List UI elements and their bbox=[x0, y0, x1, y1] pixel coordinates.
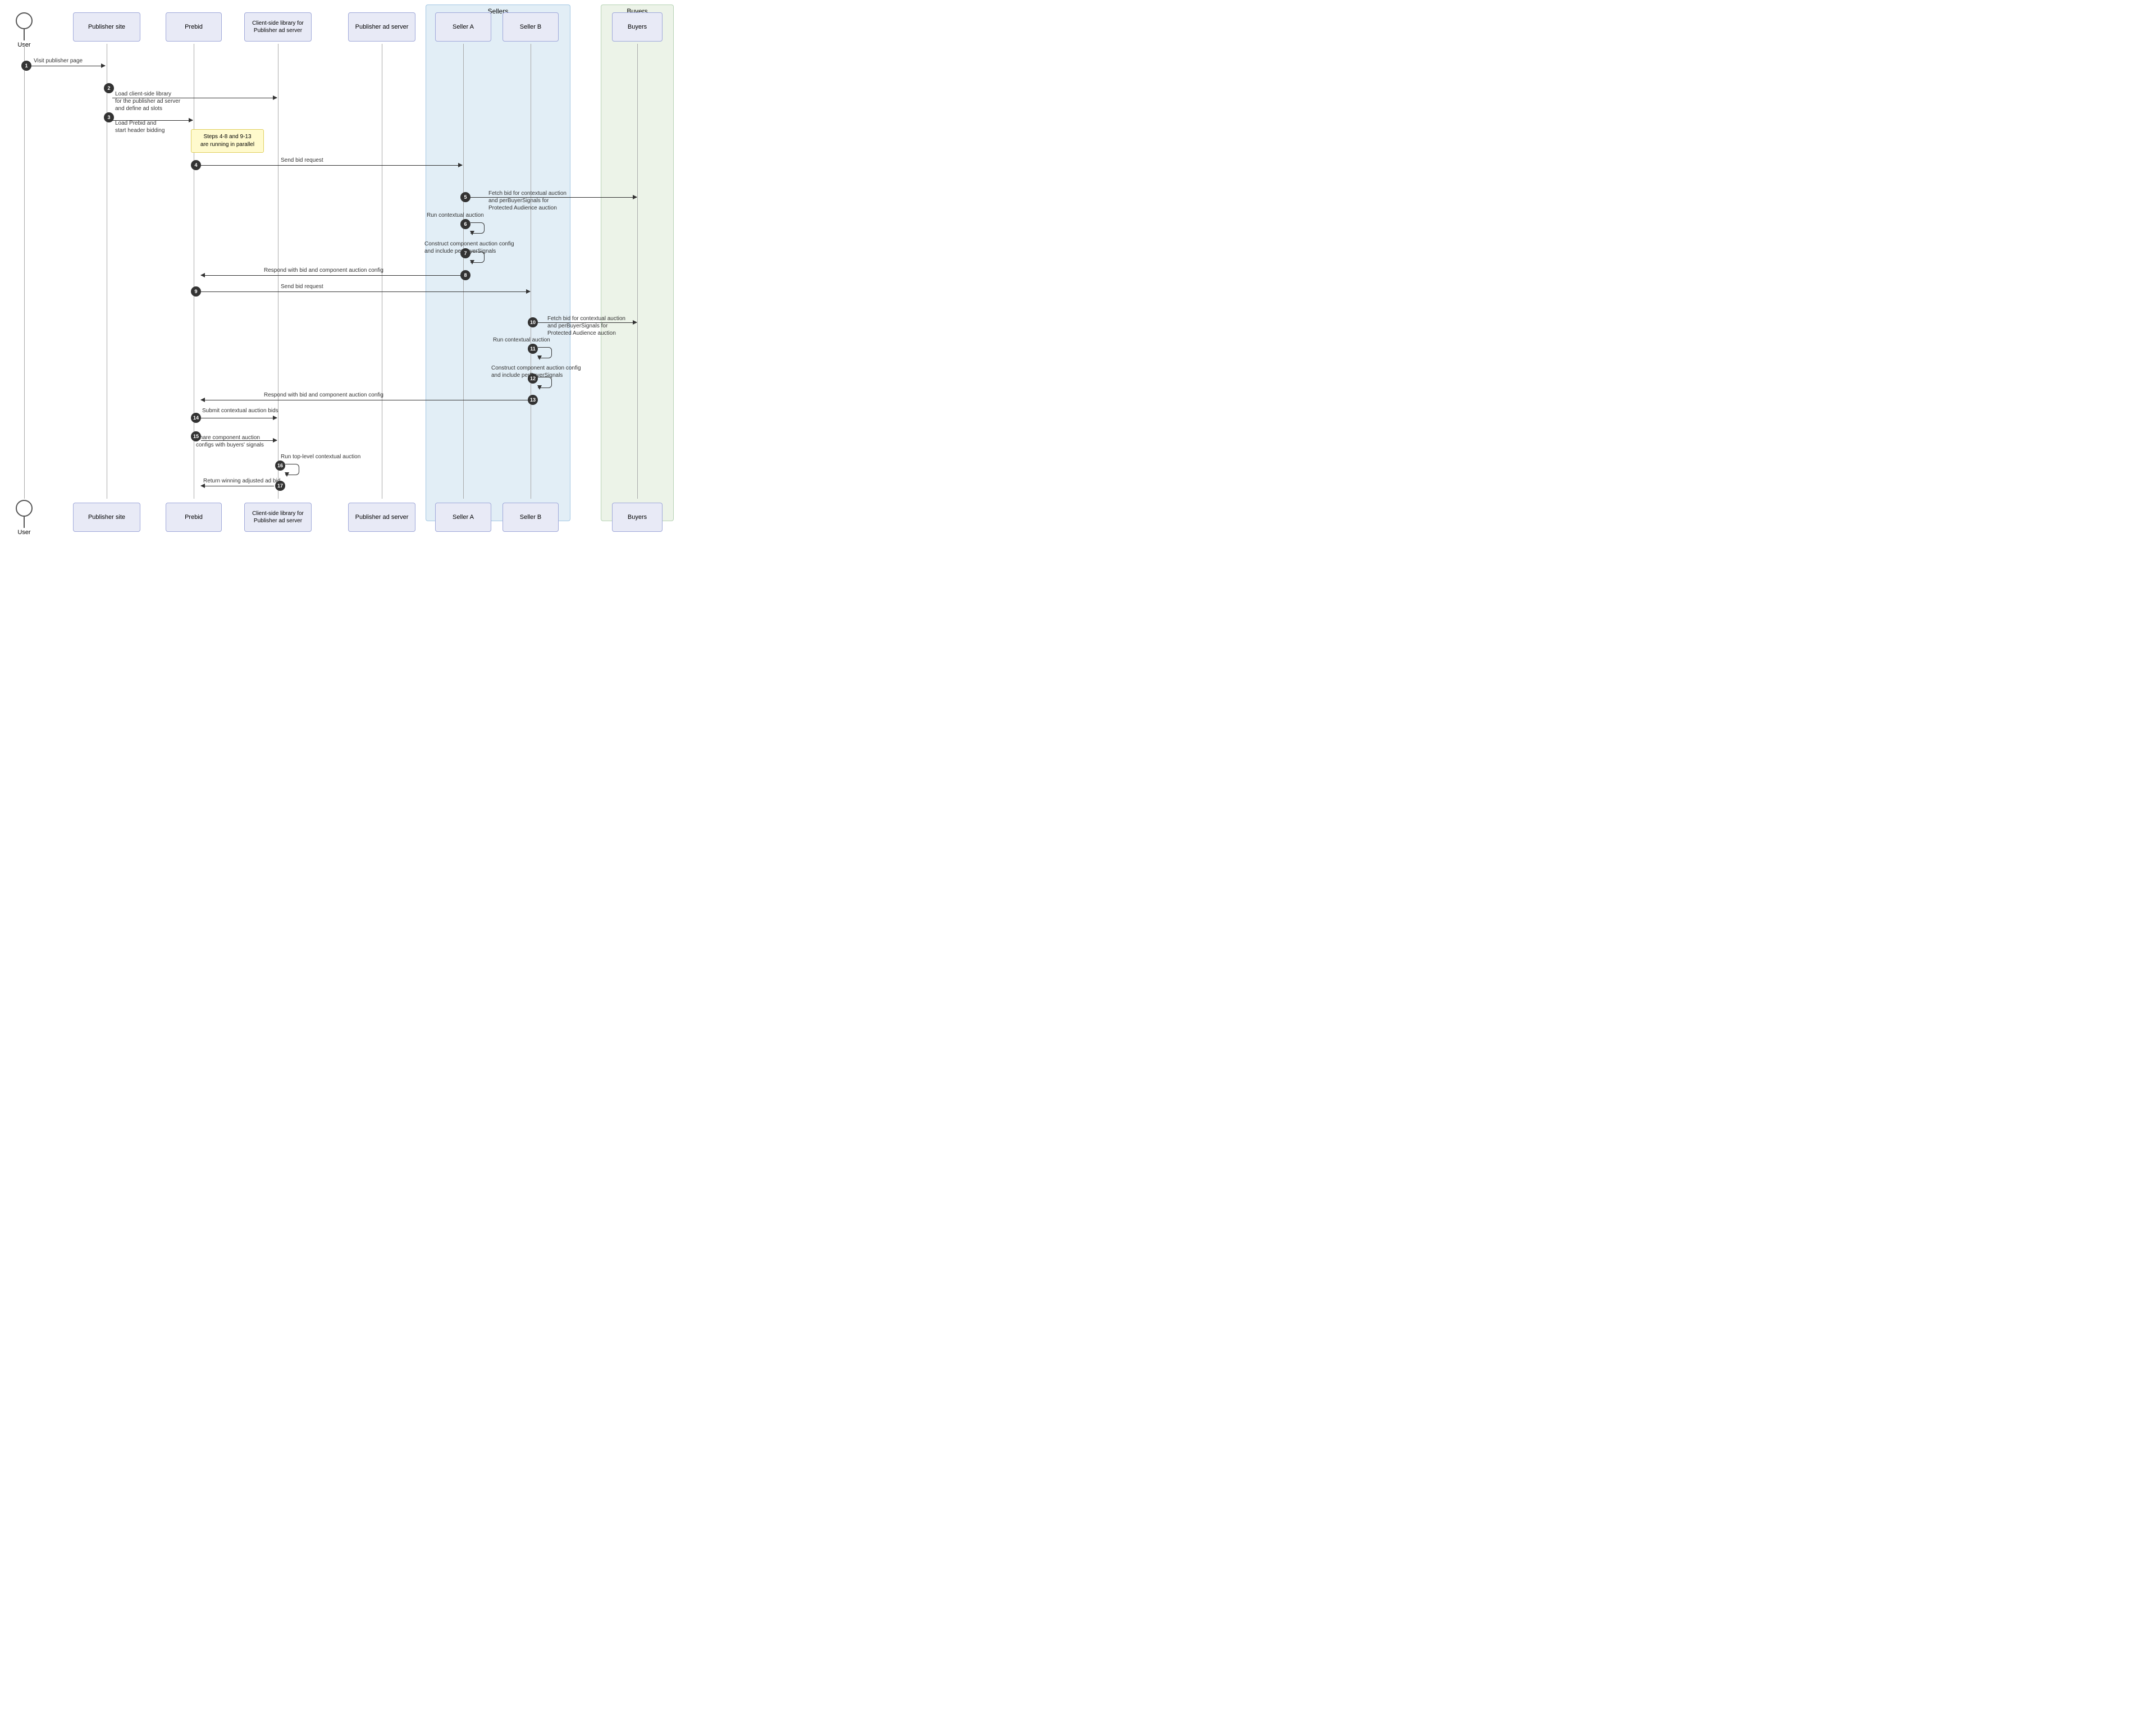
user-icon-bottom bbox=[16, 500, 33, 517]
user-figure-bottom: User bbox=[16, 500, 33, 536]
user-body-bottom bbox=[24, 517, 25, 528]
step-8-label: Respond with bid and component auction c… bbox=[264, 267, 383, 274]
step-16-label: Run top-level contextual auction bbox=[281, 454, 360, 460]
step-4-circle: 4 bbox=[191, 160, 201, 170]
step-4-label: Send bid request bbox=[281, 157, 323, 163]
parallel-note: Steps 4-8 and 9-13 are running in parall… bbox=[191, 129, 264, 153]
step-11-circle: 11 bbox=[528, 344, 538, 354]
step-6-circle: 6 bbox=[460, 219, 471, 229]
user-label-bottom: User bbox=[16, 529, 33, 536]
step-3-label: Load Prebid and start header bidding bbox=[115, 112, 165, 134]
step-9-circle: 9 bbox=[191, 286, 201, 297]
publisher-ad-server-box-bottom: Publisher ad server bbox=[348, 503, 415, 532]
step-14-circle: 14 bbox=[191, 413, 201, 423]
step-1-label: Visit publisher page bbox=[34, 58, 83, 64]
step-16-circle: 16 bbox=[275, 461, 285, 471]
user-body-top bbox=[24, 29, 25, 40]
sellers-group-bg: Sellers bbox=[426, 4, 570, 521]
buyers-box-top: Buyers bbox=[612, 12, 663, 42]
seller-b-box-top: Seller B bbox=[503, 12, 559, 42]
step-7-circle: 7 bbox=[460, 248, 471, 258]
step-3-circle: 3 bbox=[104, 112, 114, 122]
user-lifeline bbox=[24, 44, 25, 499]
step-6-self-loop bbox=[471, 222, 485, 234]
prebid-box-bottom: Prebid bbox=[166, 503, 222, 532]
buyers-lifeline bbox=[637, 44, 638, 499]
step-4-arrow bbox=[201, 165, 462, 166]
step-16-self-loop bbox=[285, 464, 299, 475]
step-5-circle: 5 bbox=[460, 192, 471, 202]
step-8-arrow bbox=[201, 275, 460, 276]
publisher-site-box-bottom: Publisher site bbox=[73, 503, 140, 532]
step-2-circle: 2 bbox=[104, 83, 114, 93]
seller-a-box-bottom: Seller A bbox=[435, 503, 491, 532]
seller-a-box-top: Seller A bbox=[435, 12, 491, 42]
client-side-lib-box-bottom: Client-side library for Publisher ad ser… bbox=[244, 503, 312, 532]
step-14-label: Submit contextual auction bids bbox=[202, 408, 278, 414]
step-9-arrow bbox=[201, 291, 530, 292]
step-11-self-loop bbox=[538, 347, 552, 358]
step-15-circle: 15 bbox=[191, 431, 201, 441]
step-12-circle: 12 bbox=[528, 373, 538, 384]
buyers-box-bottom: Buyers bbox=[612, 503, 663, 532]
diagram-container: Sellers Buyers User Publisher site Prebi… bbox=[0, 0, 696, 539]
step-15-label: Share component auction configs with buy… bbox=[196, 427, 264, 449]
step-2-label: Load client-side library for the publish… bbox=[115, 83, 180, 112]
step-10-circle: 10 bbox=[528, 317, 538, 327]
step-12-self-loop bbox=[538, 377, 552, 388]
step-17-label: Return winning adjusted ad bid bbox=[203, 478, 280, 484]
step-13-circle: 13 bbox=[528, 395, 538, 405]
step-13-label: Respond with bid and component auction c… bbox=[264, 392, 383, 398]
step-7-self-loop bbox=[471, 252, 485, 263]
step-5-label: Fetch bid for contextual auction and per… bbox=[488, 183, 567, 212]
step-17-circle: 17 bbox=[275, 481, 285, 491]
step-8-circle: 8 bbox=[460, 270, 471, 280]
prebid-box-top: Prebid bbox=[166, 12, 222, 42]
publisher-site-box-top: Publisher site bbox=[73, 12, 140, 42]
step-10-label: Fetch bid for contextual auction and per… bbox=[547, 308, 625, 337]
publisher-ad-server-box-top: Publisher ad server bbox=[348, 12, 415, 42]
step-9-label: Send bid request bbox=[281, 284, 323, 290]
step-11-label: Run contextual auction bbox=[493, 337, 550, 343]
step-6-run-label: Run contextual auction bbox=[427, 212, 484, 218]
user-figure-top: User bbox=[16, 12, 33, 48]
step-1-circle: 1 bbox=[21, 61, 31, 71]
client-side-lib-box-top: Client-side library for Publisher ad ser… bbox=[244, 12, 312, 42]
seller-b-box-bottom: Seller B bbox=[503, 503, 559, 532]
user-icon-top bbox=[16, 12, 33, 29]
